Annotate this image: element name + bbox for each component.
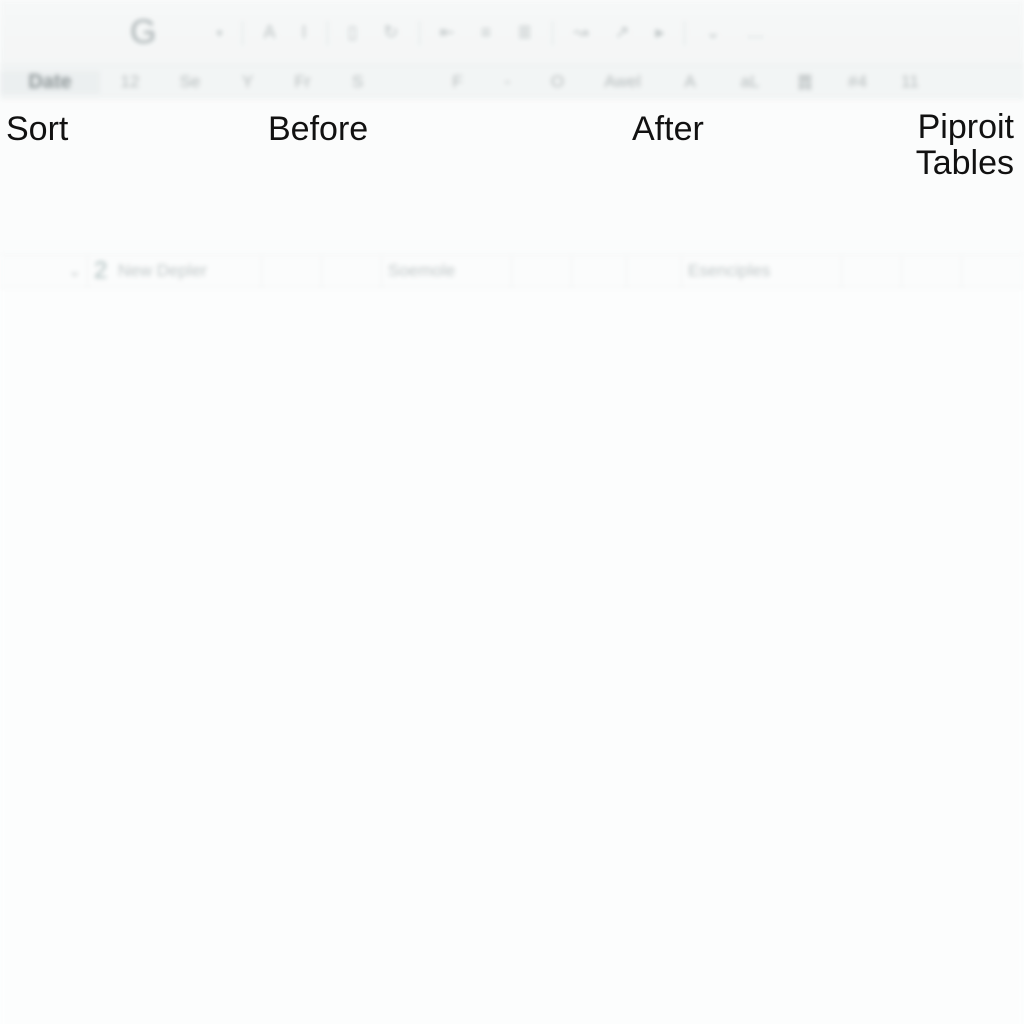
tab-labels: Sort Before After Piproit Tables (0, 104, 1024, 184)
tab-sort[interactable]: Sort (6, 110, 68, 149)
cell-value[interactable]: Esenciples (682, 261, 770, 281)
play-button[interactable]: ▸ (649, 22, 670, 43)
toolbar-separator (327, 20, 328, 46)
cell-value[interactable]: Soemole (382, 261, 455, 281)
indent-button[interactable]: ⇤ (434, 22, 461, 43)
column-header[interactable]: S (330, 72, 385, 92)
toolbar-separator (419, 20, 420, 46)
toolbar-dropdown-icon[interactable]: ▾ (210, 26, 228, 40)
chevron-down-icon[interactable]: ⌄ (699, 22, 726, 43)
column-header[interactable]: 12 (100, 72, 160, 92)
tab-piproit-line1: Piproit (918, 108, 1014, 146)
spreadsheet-grid[interactable] (0, 288, 1024, 1024)
arrow-button[interactable]: ↗ (608, 22, 635, 43)
column-header[interactable]: 11 (885, 72, 935, 92)
tab-piproit-tables[interactable]: Piproit Tables (916, 110, 1014, 181)
cell-value[interactable]: New Depler (112, 261, 207, 281)
column-header-date[interactable]: Date (0, 71, 100, 94)
row-number: 2 (88, 257, 112, 285)
column-header[interactable]: ䷅ (780, 72, 830, 92)
toolbar-separator (242, 20, 243, 46)
tab-before[interactable]: Before (268, 110, 368, 149)
column-header[interactable]: F (430, 72, 485, 92)
tab-piproit-line2: Tables (916, 144, 1014, 182)
column-header-row: Date 12 Se Y Fr S F - O Awel A aL ䷅ #4 1… (0, 65, 1024, 99)
toolbar: G ▾ A I ▯ ↻ ⇤ ≡ ≣ ↝ ↗ ▸ ⌄ … (0, 0, 1024, 65)
toolbar-separator (552, 20, 553, 46)
flow-button[interactable]: ↝ (567, 22, 594, 43)
app-logo-icon: G (130, 13, 156, 52)
column-header[interactable]: A (660, 72, 720, 92)
column-header[interactable]: #4 (830, 72, 885, 92)
more-button[interactable]: … (741, 22, 771, 43)
column-header[interactable]: Se (160, 72, 220, 92)
column-header[interactable]: O (530, 72, 585, 92)
name-box-dropdown[interactable]: ⌄ (0, 255, 88, 287)
italic-button[interactable]: I (296, 22, 313, 43)
font-button[interactable]: A (257, 22, 281, 43)
column-header[interactable]: Fr (275, 72, 330, 92)
list-button[interactable]: ≣ (511, 22, 538, 43)
refresh-button[interactable]: ↻ (377, 22, 404, 43)
column-header[interactable]: aL (720, 72, 780, 92)
tab-after[interactable]: After (632, 110, 704, 149)
column-header[interactable]: Awel (585, 72, 660, 92)
toolbar-separator (684, 20, 685, 46)
column-header[interactable]: Y (220, 72, 275, 92)
formula-row: ⌄ 2 New Depler Soemole Esenciples (0, 254, 1024, 288)
align-button[interactable]: ≡ (475, 22, 498, 43)
box-button[interactable]: ▯ (342, 22, 364, 43)
column-header[interactable]: - (485, 72, 530, 92)
